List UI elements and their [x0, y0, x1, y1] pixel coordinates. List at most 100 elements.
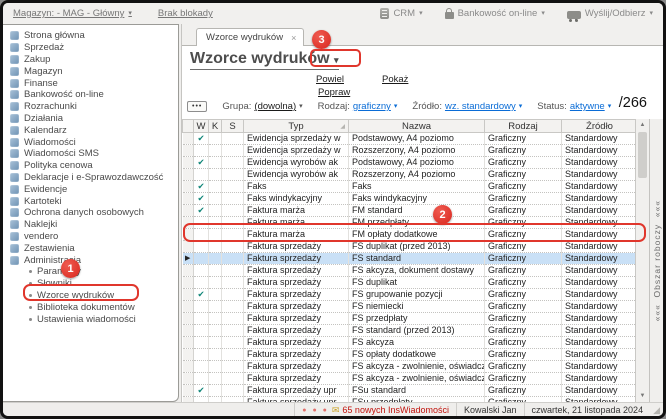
wyslij-odbierz-menu[interactable]: Wyślij/Odbierz ▾: [567, 8, 653, 19]
scroll-down-icon[interactable]: ▼: [636, 390, 649, 402]
cell-widoczny[interactable]: [194, 169, 209, 181]
scroll-up-icon[interactable]: ▲: [636, 119, 649, 131]
cell-s[interactable]: [222, 301, 244, 313]
obszar-roboczy-tab[interactable]: ««« Obszar roboczy «««: [649, 119, 663, 402]
table-row[interactable]: ▶ Faktura sprzedaży FS standard Graficzn…: [183, 253, 636, 265]
cell-widoczny[interactable]: [194, 349, 209, 361]
cell-s[interactable]: [222, 289, 244, 301]
sidebar-item-rozrachunki[interactable]: Rozrachunki: [3, 101, 178, 113]
cell-k[interactable]: [209, 217, 222, 229]
table-row[interactable]: Faktura sprzedaży FS niemiecki Graficzny…: [183, 301, 636, 313]
sidebar-item-polityka-cenowa[interactable]: Polityka cenowa: [3, 160, 178, 172]
cell-s[interactable]: [222, 145, 244, 157]
col-nazwa[interactable]: Nazwa: [349, 120, 485, 133]
cell-s[interactable]: [222, 337, 244, 349]
table-row[interactable]: ✔ Faks Faks Graficzny Standardowy: [183, 181, 636, 193]
cell-s[interactable]: [222, 325, 244, 337]
cell-s[interactable]: [222, 385, 244, 397]
cell-s[interactable]: [222, 373, 244, 385]
cell-widoczny[interactable]: [194, 301, 209, 313]
cell-k[interactable]: [209, 277, 222, 289]
sidebar-item-zakup[interactable]: Zakup: [3, 54, 178, 66]
cell-k[interactable]: [209, 361, 222, 373]
brak-blokady-link[interactable]: Brak blokady: [158, 8, 213, 19]
inswiadomosci-status[interactable]: ● ● ● ✉ 65 nowych InsWiadomości: [294, 403, 456, 417]
cell-s[interactable]: [222, 229, 244, 241]
sidebar-item-ewidencje[interactable]: Ewidencje: [3, 183, 178, 195]
cell-k[interactable]: [209, 157, 222, 169]
table-row[interactable]: Faktura sprzedaży FS standard (przed 201…: [183, 325, 636, 337]
cell-k[interactable]: [209, 229, 222, 241]
cell-k[interactable]: [209, 169, 222, 181]
cell-k[interactable]: [209, 265, 222, 277]
pokaz-link[interactable]: Pokaż: [382, 74, 408, 85]
table-row[interactable]: ✔ Faktura marża FM standard Graficzny St…: [183, 205, 636, 217]
col-w[interactable]: W: [194, 120, 209, 133]
sidebar-item-słowniki[interactable]: Słowniki: [3, 278, 178, 290]
cell-widoczny[interactable]: [194, 229, 209, 241]
cell-widoczny[interactable]: [194, 217, 209, 229]
table-row[interactable]: Ewidencja wyrobów ak Rozszerzony, A4 poz…: [183, 169, 636, 181]
table-row[interactable]: Faktura marża FM przedpłaty Graficzny St…: [183, 217, 636, 229]
table-row[interactable]: ✔ Faktura sprzedaży FS grupowanie pozycj…: [183, 289, 636, 301]
magazyn-selector[interactable]: Magazyn: - MAG - Główny ▾: [13, 8, 132, 19]
sidebar-item-magazyn[interactable]: Magazyn: [3, 65, 178, 77]
col-rodzaj[interactable]: Rodzaj: [485, 120, 562, 133]
resize-grip-icon[interactable]: ◢: [650, 405, 663, 416]
col-typ[interactable]: Typ ◢: [244, 120, 349, 133]
cell-k[interactable]: [209, 397, 222, 403]
cell-s[interactable]: [222, 313, 244, 325]
cell-widoczny[interactable]: [194, 397, 209, 403]
table-row[interactable]: ✔ Faktura sprzedaży upr FSu standard Gra…: [183, 385, 636, 397]
sidebar-item-działania[interactable]: Działania: [3, 113, 178, 125]
sidebar-item-strona-główna[interactable]: Strona główna: [3, 30, 178, 42]
sidebar-item-wiadomości-sms[interactable]: Wiadomości SMS: [3, 148, 178, 160]
cell-k[interactable]: [209, 349, 222, 361]
sidebar-item-ochrona-danych-osobowych[interactable]: Ochrona danych osobowych: [3, 207, 178, 219]
close-icon[interactable]: ×: [291, 33, 296, 43]
table-row[interactable]: Ewidencja sprzedaży w Rozszerzony, A4 po…: [183, 145, 636, 157]
grupa-filter[interactable]: (dowolna): [254, 101, 296, 112]
cell-widoczny[interactable]: [194, 277, 209, 289]
col-s[interactable]: S: [222, 120, 244, 133]
sidebar-item-vendero[interactable]: vendero: [3, 231, 178, 243]
table-row[interactable]: Faktura sprzedaży FS akcyza - zwolnienie…: [183, 361, 636, 373]
table-row[interactable]: ✔ Ewidencja sprzedaży w Podstawowy, A4 p…: [183, 133, 636, 145]
sidebar-item-biblioteka-dokumentów[interactable]: Biblioteka dokumentów: [3, 301, 178, 313]
table-row[interactable]: ✔ Ewidencja wyrobów ak Podstawowy, A4 po…: [183, 157, 636, 169]
cell-k[interactable]: [209, 373, 222, 385]
cell-k[interactable]: [209, 325, 222, 337]
cell-k[interactable]: [209, 301, 222, 313]
cell-k[interactable]: [209, 337, 222, 349]
cell-s[interactable]: [222, 217, 244, 229]
cell-s[interactable]: [222, 349, 244, 361]
cell-k[interactable]: [209, 205, 222, 217]
col-k[interactable]: K: [209, 120, 222, 133]
cell-widoczny[interactable]: [194, 337, 209, 349]
sidebar-item-administracja[interactable]: Administracja: [3, 254, 178, 266]
cell-widoczny[interactable]: [194, 373, 209, 385]
cell-s[interactable]: [222, 361, 244, 373]
sidebar-item-deklaracje-i-e-sprawozdawczość[interactable]: Deklaracje i e-Sprawozdawczość: [3, 172, 178, 184]
sidebar-item-wzorce-wydruków[interactable]: Wzorce wydruków: [3, 290, 178, 302]
rodzaj-filter[interactable]: graficzny: [353, 101, 391, 112]
col-zrodlo[interactable]: Źródło: [562, 120, 636, 133]
powiel-link[interactable]: Powiel: [316, 74, 344, 85]
cell-widoczny[interactable]: ✔: [194, 157, 209, 169]
table-row[interactable]: Faktura sprzedaży upr FSu przedpłaty Gra…: [183, 397, 636, 403]
table-row[interactable]: Faktura sprzedaży FS duplikat (przed 201…: [183, 241, 636, 253]
cell-widoczny[interactable]: [194, 313, 209, 325]
table-row[interactable]: Faktura sprzedaży FS duplikat Graficzny …: [183, 277, 636, 289]
table-row[interactable]: Faktura sprzedaży FS przedpłaty Graficzn…: [183, 313, 636, 325]
vertical-scrollbar[interactable]: ▲ ▼: [635, 119, 649, 402]
bankowosc-menu[interactable]: Bankowość on-line ▾: [445, 8, 545, 19]
sidebar-item-kartoteki[interactable]: Kartoteki: [3, 195, 178, 207]
cell-k[interactable]: [209, 133, 222, 145]
sidebar-item-wiadomości[interactable]: Wiadomości: [3, 136, 178, 148]
sidebar-item-ustawienia-wiadomości[interactable]: Ustawienia wiadomości: [3, 313, 178, 325]
table-row[interactable]: Faktura sprzedaży FS akcyza - zwolnienie…: [183, 373, 636, 385]
status-filter[interactable]: aktywne: [570, 101, 605, 112]
sidebar-item-zestawienia[interactable]: Zestawienia: [3, 242, 178, 254]
cell-widoczny[interactable]: ✔: [194, 133, 209, 145]
cell-widoczny[interactable]: [194, 361, 209, 373]
